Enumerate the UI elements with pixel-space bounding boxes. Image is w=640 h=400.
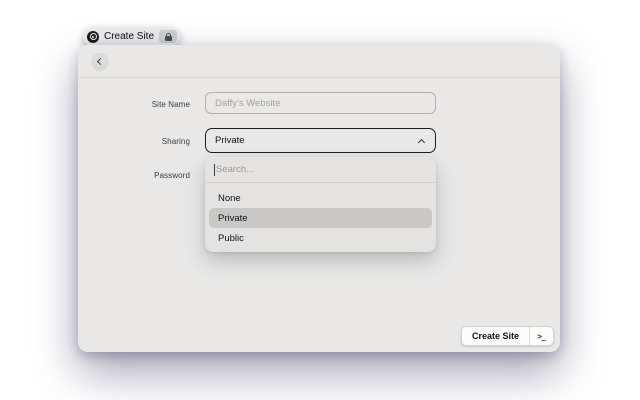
- sharing-label: Sharing: [161, 137, 190, 146]
- terminal-button[interactable]: >_: [530, 327, 553, 345]
- app-icon: [87, 30, 99, 43]
- chevron-left-icon: [96, 57, 105, 66]
- privacy-lock-button[interactable]: [159, 30, 178, 43]
- sharing-selected-value: Private: [215, 135, 245, 146]
- create-site-window: Site Name Sharing Private Password None …: [78, 45, 560, 352]
- site-name-label: Site Name: [151, 100, 190, 109]
- dropdown-options-list: None Private Public: [205, 183, 436, 252]
- window-header: [78, 45, 560, 78]
- site-name-input[interactable]: [205, 92, 436, 114]
- password-label: Password: [154, 171, 190, 180]
- tab-title: Create Site: [104, 31, 155, 42]
- create-site-button[interactable]: Create Site: [462, 327, 529, 345]
- dropdown-option-public[interactable]: Public: [209, 228, 432, 248]
- text-cursor: [214, 164, 215, 176]
- dropdown-search-row: [205, 157, 436, 183]
- footer-button-group: Create Site >_: [460, 326, 554, 346]
- back-button[interactable]: [91, 53, 109, 71]
- sharing-dropdown-panel: None Private Public: [205, 157, 436, 252]
- dropdown-search-input[interactable]: [205, 157, 436, 182]
- desktop-background: Create Site Site Name Sharing Private Pa…: [0, 0, 640, 400]
- dropdown-option-private[interactable]: Private: [209, 208, 432, 228]
- chevron-up-icon: [417, 138, 426, 147]
- sharing-select[interactable]: Private: [205, 128, 436, 153]
- dropdown-option-none[interactable]: None: [209, 188, 432, 208]
- window-title-tab[interactable]: Create Site: [83, 27, 181, 46]
